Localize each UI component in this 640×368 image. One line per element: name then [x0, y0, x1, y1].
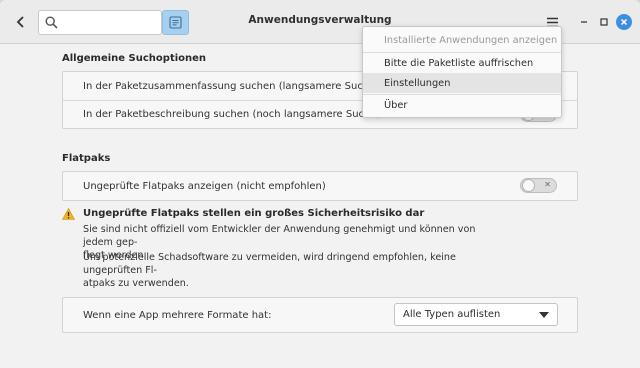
unverified-flatpaks-row: Ungeprüfte Flatpaks anzeigen (nicht empf… [63, 172, 577, 200]
formats-label: Wenn eine App mehrere Formate hat: [83, 309, 272, 321]
general-options-heading: Allgemeine Suchoptionen [62, 53, 207, 64]
details-button[interactable] [162, 10, 189, 35]
minimize-icon [581, 21, 587, 23]
flatpaks-card: Ungeprüfte Flatpaks anzeigen (nicht empf… [62, 171, 578, 201]
details-list-icon [169, 16, 182, 29]
warning-paragraph-1-line-1: Sie sind nicht offiziell vom Entwickler … [83, 224, 476, 248]
warning-paragraph-2-line-2: atpaks zu verwenden. [83, 278, 189, 289]
formats-dropdown[interactable]: Alle Typen auflisten [394, 303, 558, 326]
dropdown-arrow-icon [539, 312, 549, 318]
main-menu-popup: Installierte Anwendungen anzeigen Bitte … [362, 26, 562, 118]
search-input[interactable] [63, 14, 159, 32]
menu-item-preferences[interactable]: Einstellungen [363, 73, 561, 93]
flatpaks-heading: Flatpaks [62, 153, 111, 164]
description-search-label: In der Paketbeschreibung suchen (noch la… [83, 109, 381, 120]
app-window: Anwendungsverwaltung Allgemeine Suchopti… [0, 0, 640, 368]
menu-item-refresh-cache[interactable]: Bitte die Paketliste auffrischen [363, 53, 561, 73]
formats-dropdown-value: Alle Typen auflisten [403, 309, 501, 320]
maximize-button[interactable] [596, 14, 612, 30]
toggle-knob [522, 179, 535, 192]
warning-title: Ungeprüfte Flatpaks stellen ein großes S… [83, 208, 425, 219]
warning-triangle-icon [62, 208, 75, 220]
back-button[interactable] [10, 11, 32, 33]
close-icon [620, 18, 628, 26]
minimize-button[interactable] [576, 14, 592, 30]
search-box[interactable] [38, 10, 162, 35]
menu-item-show-installed[interactable]: Installierte Anwendungen anzeigen [363, 30, 561, 50]
maximize-icon [600, 18, 608, 26]
window-title: Anwendungsverwaltung [248, 14, 392, 26]
unverified-flatpaks-label: Ungeprüfte Flatpaks anzeigen (nicht empf… [83, 180, 326, 192]
close-button[interactable] [616, 14, 632, 30]
warning-paragraph-2-line-1: Um potenzielle Schadsoftware zu vermeide… [83, 252, 456, 276]
menu-item-about[interactable]: Über [363, 95, 561, 115]
summary-search-label: In der Paketzusammenfassung suchen (lang… [83, 80, 380, 92]
toggle-off-icon: ✕ [544, 180, 551, 189]
warning-paragraph-2: Um potenzielle Schadsoftware zu vermeide… [83, 251, 503, 290]
unverified-flatpaks-toggle[interactable]: ✕ [520, 178, 557, 193]
search-icon [45, 16, 58, 29]
back-arrow-icon [16, 16, 24, 28]
